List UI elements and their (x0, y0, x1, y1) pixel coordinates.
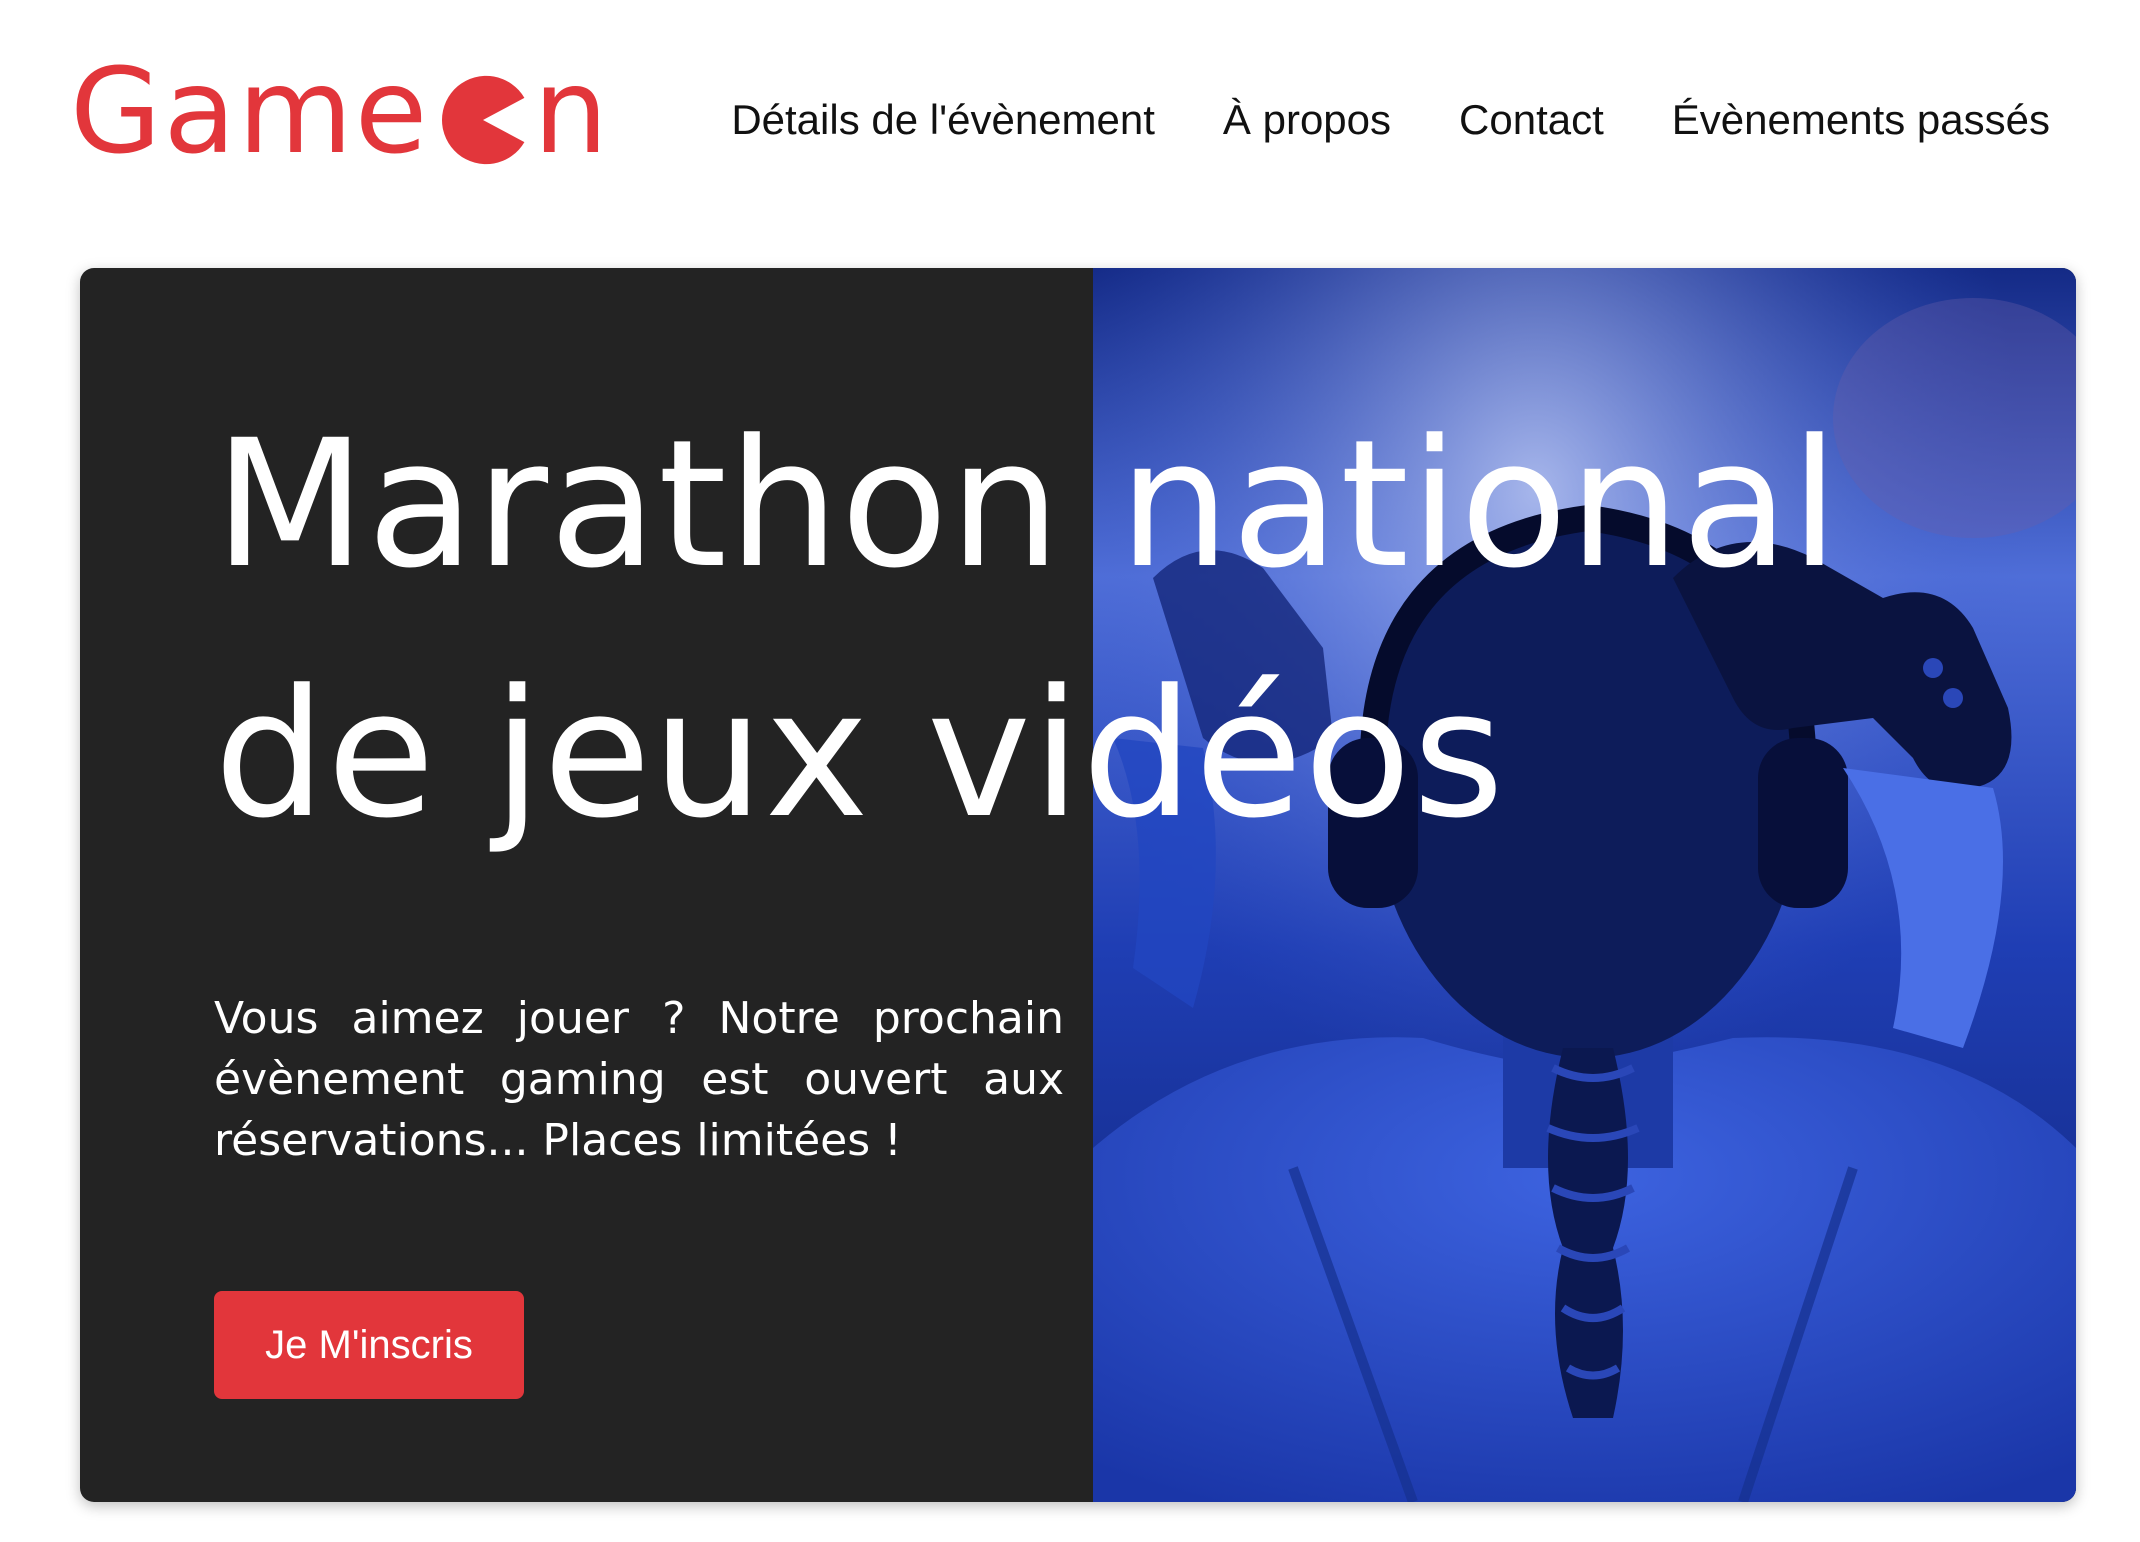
pacman-o-icon (442, 75, 525, 165)
nav-link-event-details[interactable]: Détails de l'évènement (731, 96, 1155, 144)
hero-description: Vous aimez jouer ? Notre prochain évènem… (214, 993, 1064, 1166)
nav-link-past-events[interactable]: Évènements passés (1672, 96, 2050, 144)
nav-link-contact[interactable]: Contact (1459, 96, 1604, 144)
hero-title: Marathon national de jeux vidéos (214, 402, 1840, 857)
nav-link-about[interactable]: À propos (1223, 96, 1391, 144)
site-header: Game n Détails de l'évènement À propos C… (0, 0, 2140, 240)
logo[interactable]: Game n (70, 52, 610, 170)
main-nav: Détails de l'évènement À propos Contact … (731, 96, 2050, 144)
logo-text-end: n (533, 42, 611, 180)
hero-section: Marathon national de jeux vidéos Vous ai… (80, 268, 2076, 1502)
register-button[interactable]: Je M'inscris (214, 1291, 524, 1399)
logo-text-start: Game (70, 42, 430, 180)
